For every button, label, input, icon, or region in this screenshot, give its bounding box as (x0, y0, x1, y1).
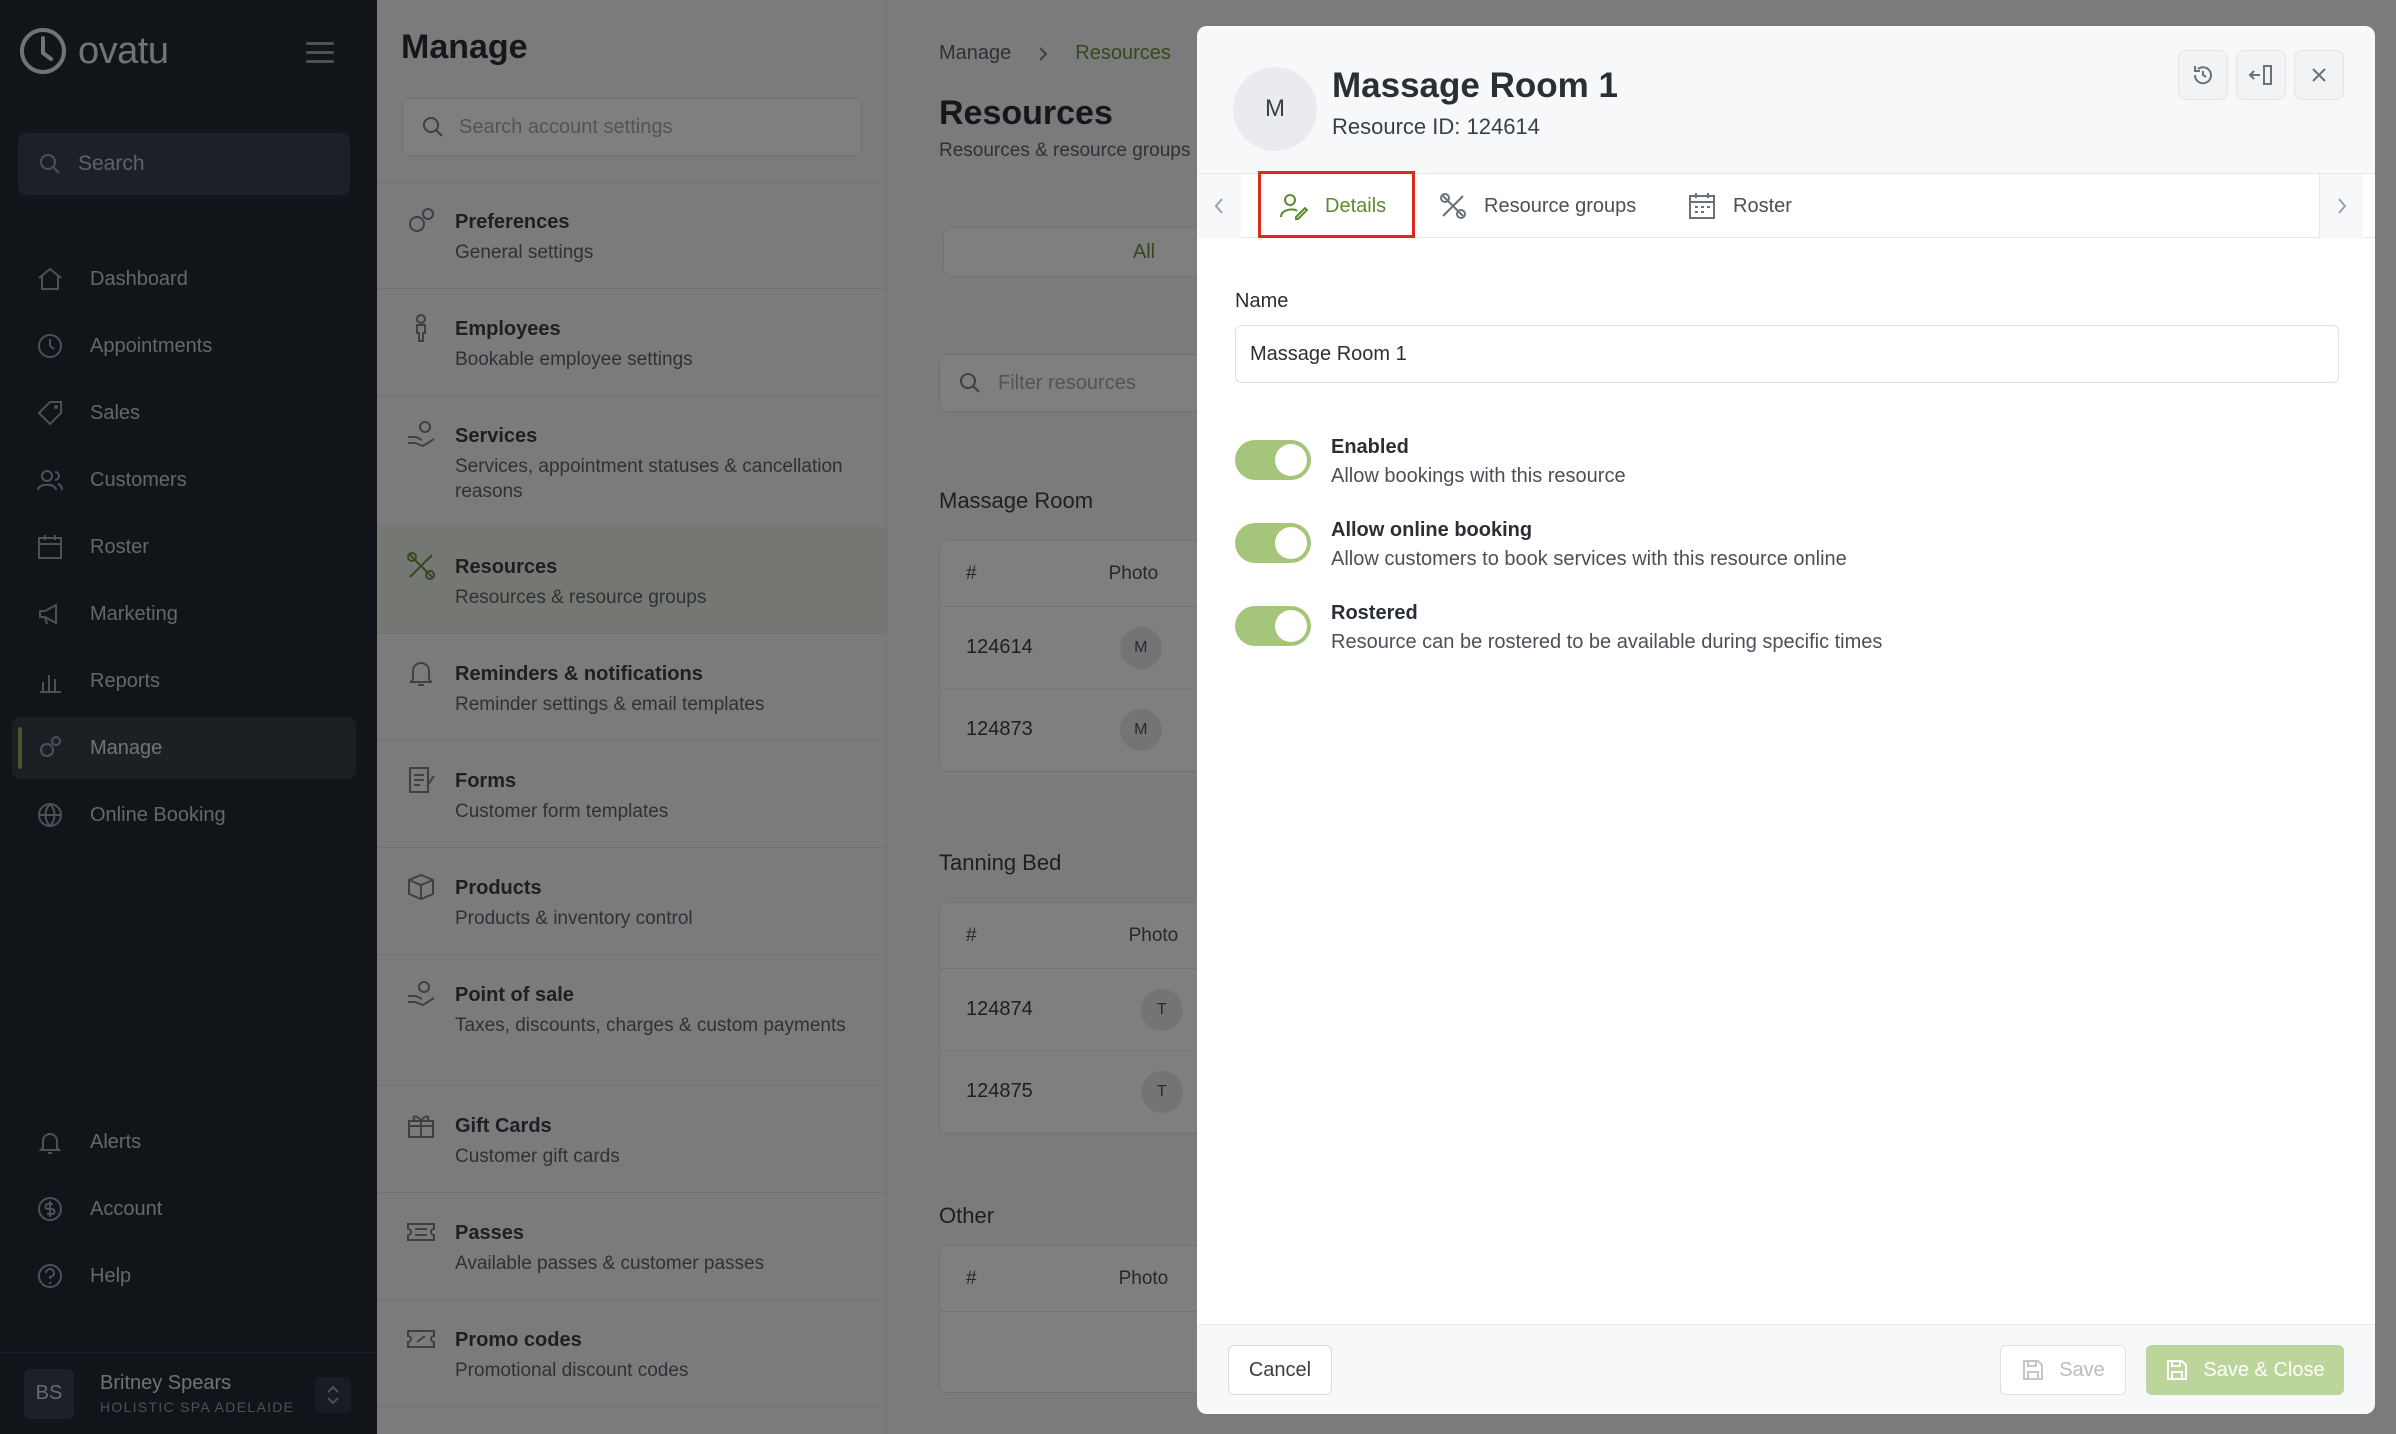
enabled-toggle[interactable] (1235, 440, 1311, 480)
toggle-subtitle: Resource can be rostered to be available… (1331, 631, 1883, 653)
resource-id-label: Resource ID: 124614 (1332, 114, 1540, 139)
collapse-panel-button[interactable] (2236, 50, 2286, 100)
name-label: Name (1235, 290, 1289, 312)
toggle-title: Allow online booking (1331, 519, 1533, 541)
details-tab-highlight (1258, 171, 1415, 238)
online-booking-toggle[interactable] (1235, 523, 1311, 563)
toggle-subtitle: Allow bookings with this resource (1331, 465, 1626, 487)
history-button[interactable] (2178, 50, 2228, 100)
online-booking-setting: Allow online booking Allow customers to … (1235, 519, 1847, 571)
dialog-footer: Cancel Save Save & Close (1197, 1324, 2375, 1414)
rostered-toggle[interactable] (1235, 606, 1311, 646)
tab-resource-groups[interactable]: Resource groups (1438, 174, 1636, 238)
floppy-disk-icon (2167, 1360, 2188, 1380)
rostered-setting: Rostered Resource can be rostered to be … (1235, 602, 1882, 654)
name-input[interactable] (1235, 325, 2339, 383)
panel-collapse-icon (2248, 65, 2272, 85)
tab-scroll-left-button[interactable] (1197, 174, 1241, 238)
close-button[interactable] (2294, 50, 2344, 100)
floppy-disk-icon (2023, 1360, 2044, 1380)
dialog-header: M Massage Room 1 Resource ID: 124614 (1197, 26, 2375, 174)
dialog-title: Massage Room 1 (1332, 66, 1618, 105)
tools-icon (1440, 193, 1466, 219)
toggle-title: Enabled (1331, 436, 1409, 458)
save-and-close-label: Save & Close (2203, 1358, 2325, 1381)
toggle-title: Rostered (1331, 602, 1418, 624)
resource-avatar: M (1233, 67, 1317, 151)
history-icon (2193, 66, 2212, 85)
cancel-button[interactable]: Cancel (1228, 1345, 1332, 1395)
save-label: Save (2059, 1358, 2105, 1381)
close-icon (2312, 68, 2326, 82)
tab-roster[interactable]: Roster (1687, 174, 1792, 238)
resource-dialog: M Massage Room 1 Resource ID: 124614 Det… (1197, 26, 2375, 1414)
tab-scroll-right-button[interactable] (2319, 174, 2363, 238)
save-button[interactable]: Save (2000, 1345, 2126, 1395)
enabled-setting: Enabled Allow bookings with this resourc… (1235, 436, 1626, 488)
tab-label: Roster (1733, 194, 1792, 217)
chevron-right-icon (2337, 198, 2346, 214)
calendar-icon (1689, 193, 1715, 219)
save-and-close-button[interactable]: Save & Close (2146, 1345, 2344, 1395)
chevron-left-icon (1214, 198, 1223, 214)
toggle-subtitle: Allow customers to book services with th… (1331, 548, 1847, 570)
tab-label: Resource groups (1484, 194, 1637, 217)
